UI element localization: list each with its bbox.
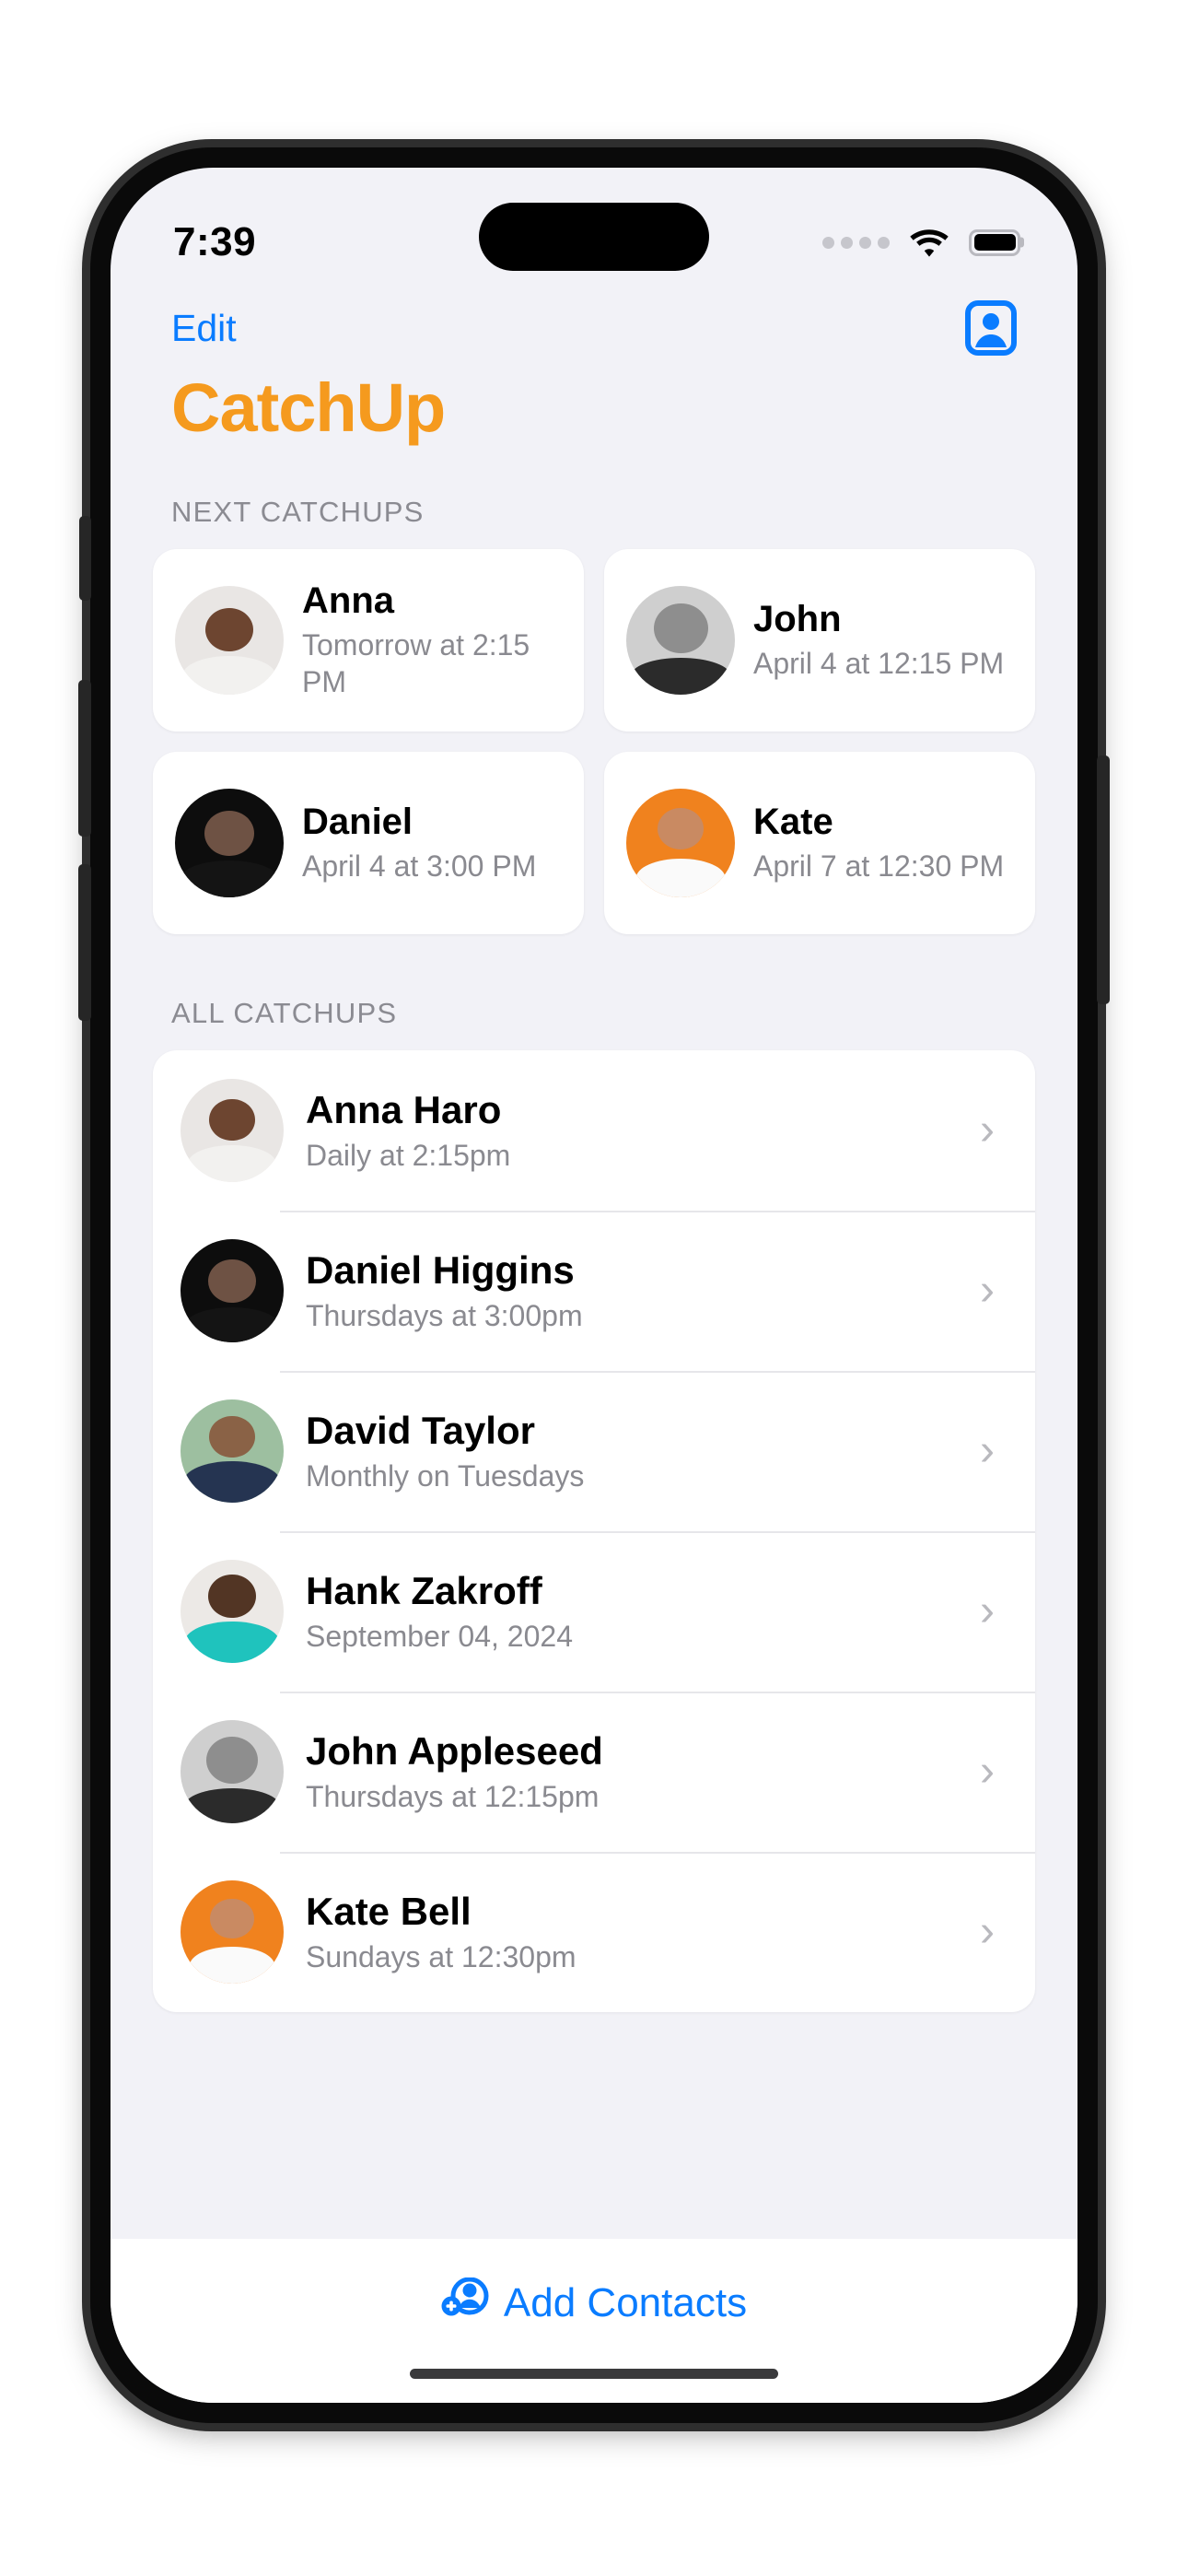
contact-name: David Taylor [306,1408,535,1452]
contact-schedule: September 04, 2024 [306,1620,573,1654]
dynamic-island [479,203,709,271]
add-contacts-button[interactable]: Add Contacts [441,2277,747,2328]
avatar [181,1720,284,1823]
catchup-list-item[interactable]: John Appleseed Thursdays at 12:15pm › [153,1692,1035,1852]
contact-card-button[interactable] [965,300,1017,356]
next-catchup-name: Anna [302,580,394,621]
catchup-list-item[interactable]: David Taylor Monthly on Tuesdays › [153,1371,1035,1531]
status-indicators [822,228,1024,257]
contact-schedule: Thursdays at 12:15pm [306,1780,600,1814]
home-indicator[interactable] [410,2369,778,2379]
contact-name: Kate Bell [306,1889,472,1933]
next-catchup-time: April 4 at 3:00 PM [302,849,537,884]
avatar [181,1880,284,1984]
avatar [626,789,735,897]
contact-name: Daniel Higgins [306,1247,575,1292]
avatar [181,1560,284,1663]
scroll-content: NEXT CATCHUPS Anna Tomorrow at 2:15 PM Joh… [111,472,1077,2012]
contact-name: Anna Haro [306,1087,502,1131]
page-title: CatchUp [171,369,446,446]
contact-schedule: Monthly on Tuesdays [306,1459,585,1493]
catchup-list-item[interactable]: Hank Zakroff September 04, 2024 › [153,1531,1035,1692]
battery-full-icon [969,228,1024,256]
catchup-list-item[interactable]: Anna Haro Daily at 2:15pm › [153,1050,1035,1211]
chevron-right-icon: › [980,1747,995,1796]
chevron-right-icon: › [980,1907,995,1956]
contact-schedule: Sundays at 12:30pm [306,1940,577,1974]
navigation-bar: Edit [111,286,1077,370]
avatar [181,1399,284,1503]
phone-screen: 7:39 Edit CatchUp NEXT CATCHUPS Anna Tom… [111,168,1077,2403]
next-catchup-card[interactable]: Daniel April 4 at 3:00 PM [153,752,584,934]
person-badge-plus-icon [441,2277,489,2328]
contact-name: Hank Zakroff [306,1568,542,1612]
add-contacts-label: Add Contacts [503,2279,748,2325]
chevron-right-icon: › [980,1587,995,1635]
catchup-list-item[interactable]: Daniel Higgins Thursdays at 3:00pm › [153,1211,1035,1371]
chevron-right-icon: › [980,1426,995,1475]
next-catchup-time: April 4 at 12:15 PM [753,647,1005,681]
next-catchup-time: April 7 at 12:30 PM [753,849,1005,884]
volume-down-button[interactable] [78,864,91,1021]
chevron-right-icon: › [980,1106,995,1154]
avatar [181,1079,284,1182]
contact-card-icon [965,300,1017,358]
next-catchups-grid: Anna Tomorrow at 2:15 PM John April 4 at 12… [111,549,1077,934]
edit-button[interactable]: Edit [171,307,237,350]
next-catchup-card[interactable]: John April 4 at 12:15 PM [604,549,1035,732]
contact-schedule: Thursdays at 3:00pm [306,1299,583,1333]
status-bar: 7:39 [111,168,1077,286]
avatar [175,586,284,695]
wifi-icon [910,228,949,257]
all-catchups-section: ALL CATCHUPS Anna Haro Daily at 2:15pm › Da… [111,934,1077,2012]
avatar [175,789,284,897]
bottom-toolbar: Add Contacts [111,2239,1077,2403]
next-catchup-card[interactable]: Kate April 7 at 12:30 PM [604,752,1035,934]
next-catchup-time: Tomorrow at 2:15 PM [302,628,530,699]
action-button[interactable] [79,516,91,601]
next-catchups-section: NEXT CATCHUPS Anna Tomorrow at 2:15 PM Joh… [111,472,1077,934]
avatar [626,586,735,695]
volume-up-button[interactable] [78,680,91,837]
all-catchups-list: Anna Haro Daily at 2:15pm › Daniel Higgins T… [153,1050,1035,2012]
next-catchup-name: Daniel [302,801,413,842]
contact-name: John Appleseed [306,1728,603,1773]
status-time: 7:39 [173,219,257,264]
chevron-right-icon: › [980,1266,995,1315]
contact-schedule: Daily at 2:15pm [306,1139,511,1173]
next-catchup-card[interactable]: Anna Tomorrow at 2:15 PM [153,549,584,732]
power-button[interactable] [1097,755,1110,1004]
catchup-list-item[interactable]: Kate Bell Sundays at 12:30pm › [153,1852,1035,2012]
next-catchup-name: Kate [753,801,833,842]
next-catchups-header: NEXT CATCHUPS [171,496,425,528]
next-catchup-name: John [753,598,842,639]
avatar [181,1239,284,1342]
phone-frame: 7:39 Edit CatchUp NEXT CATCHUPS Anna Tom… [78,147,1110,2423]
all-catchups-header: ALL CATCHUPS [171,997,398,1029]
cellular-dots-icon [822,236,890,249]
